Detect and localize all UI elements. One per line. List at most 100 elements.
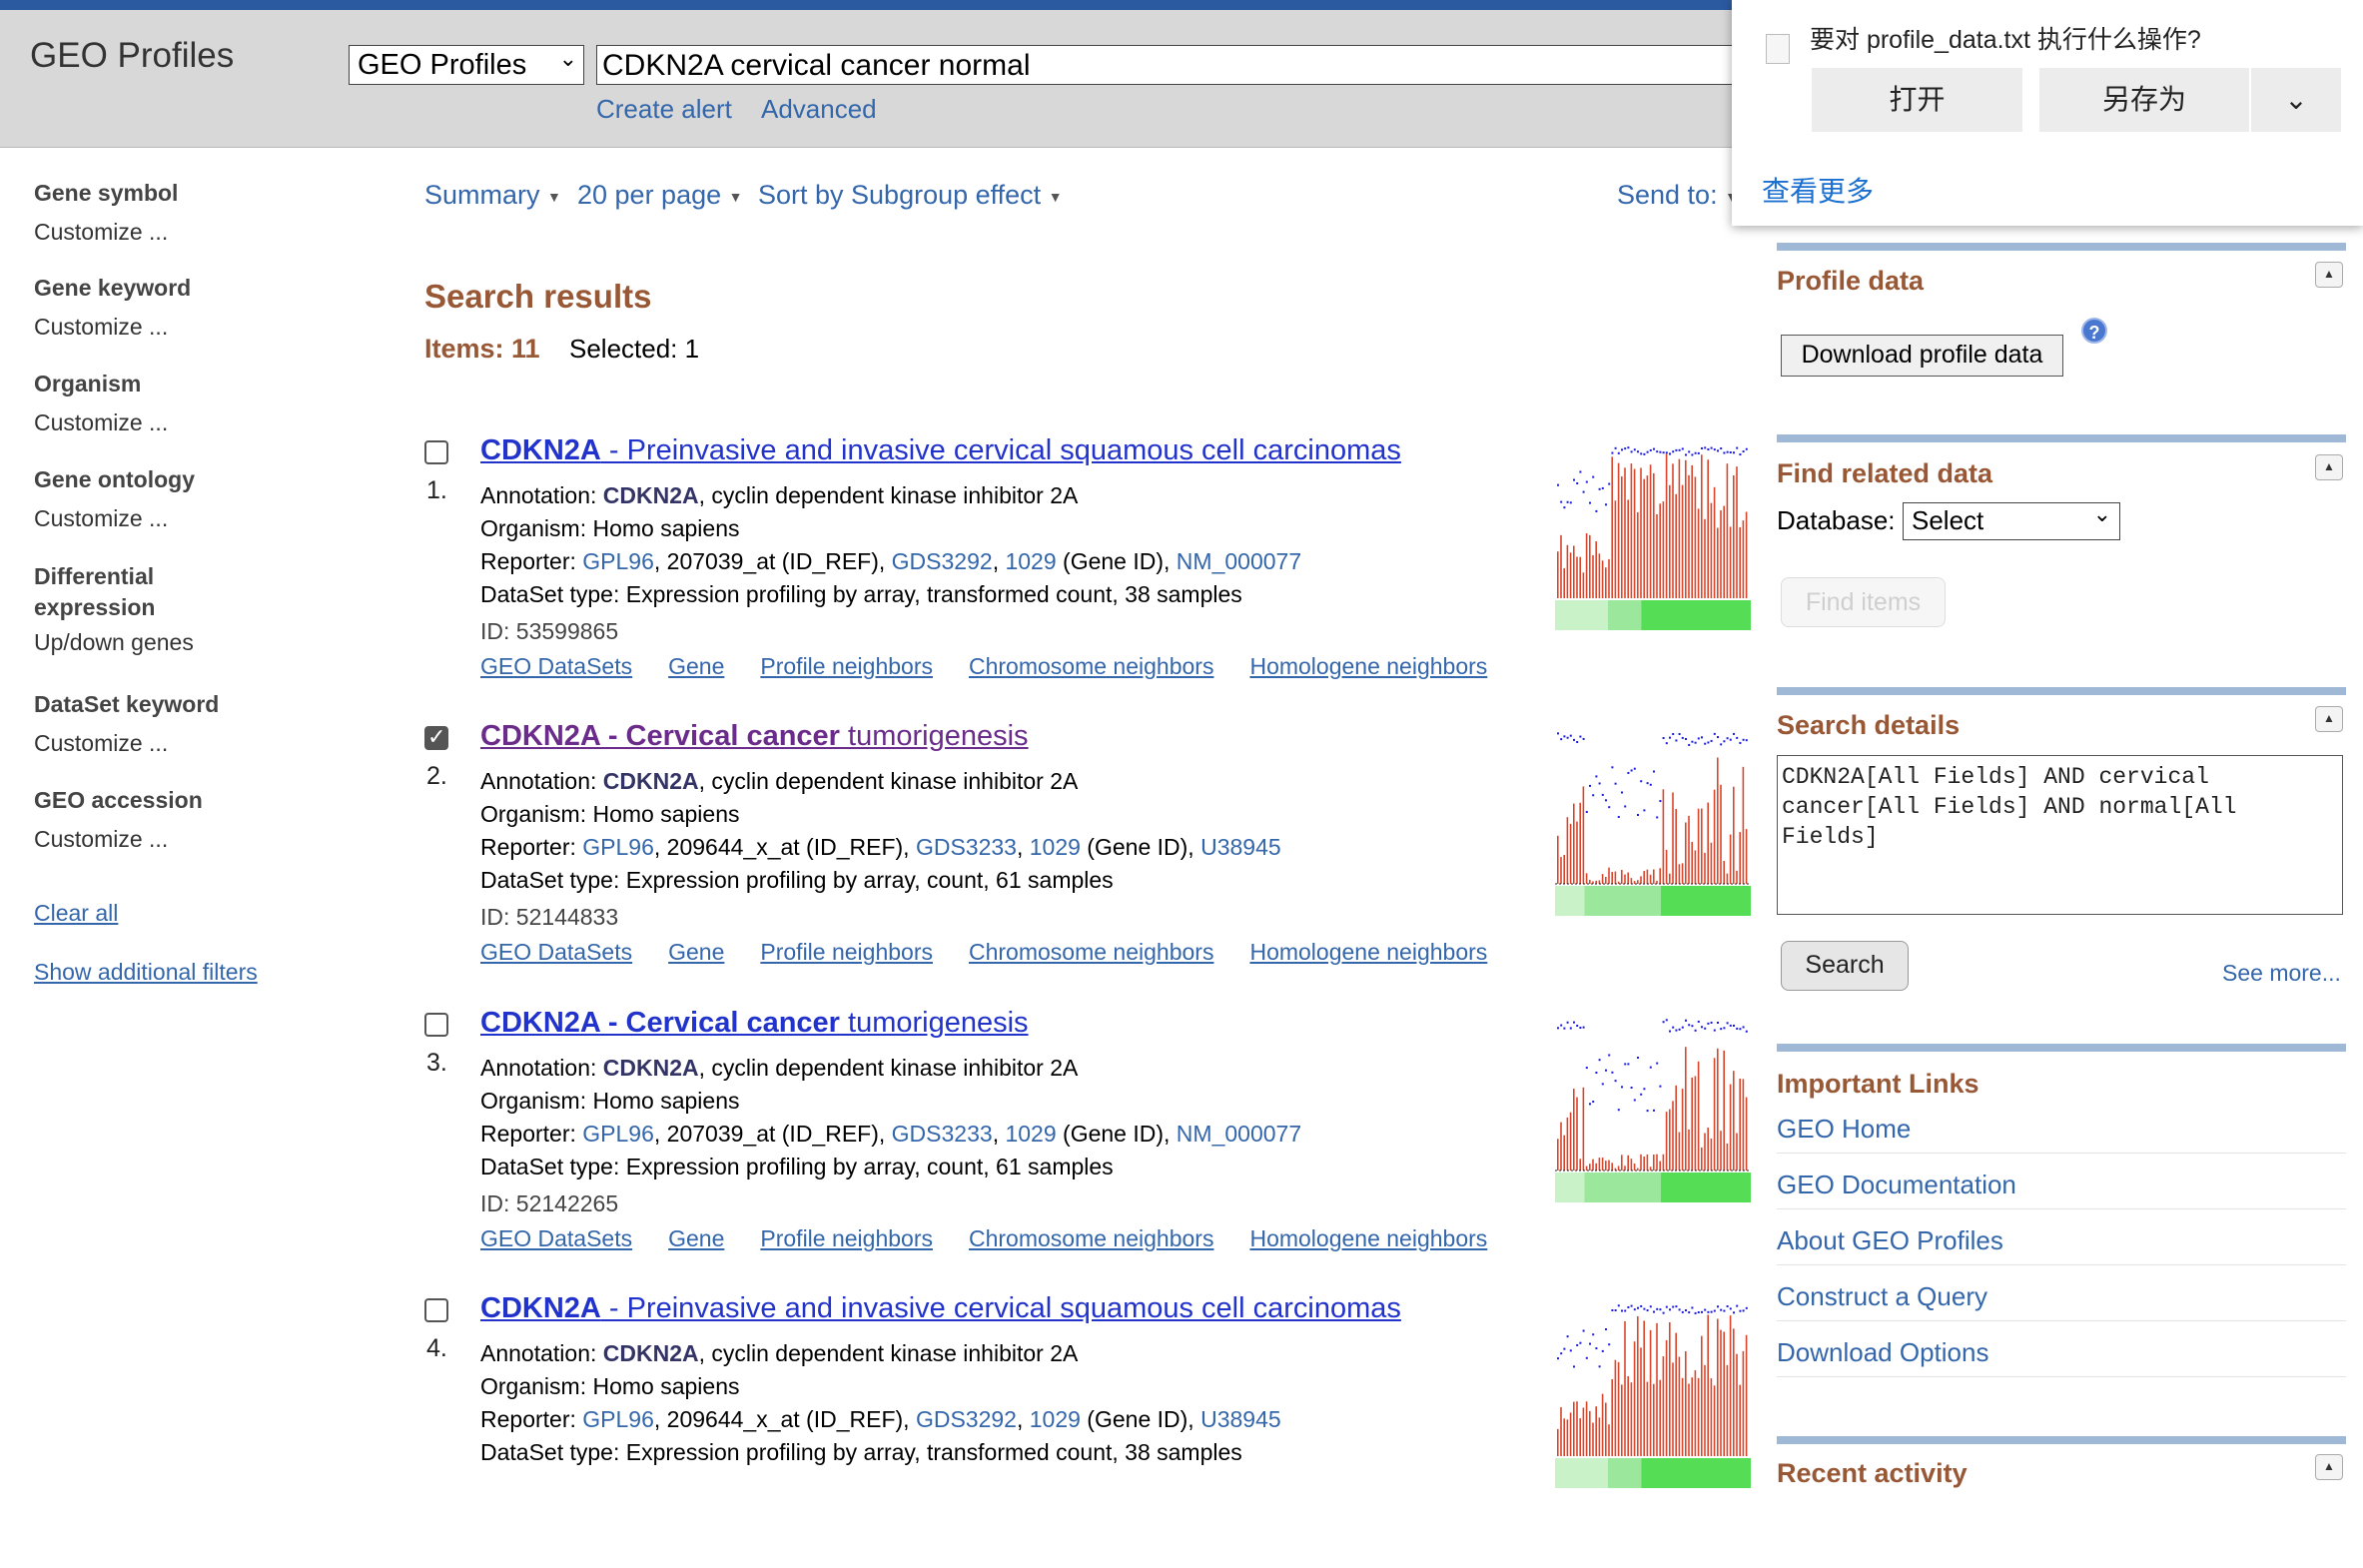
result-link-2[interactable]: Profile neighbors [760,653,933,679]
result-link-2[interactable]: Profile neighbors [760,939,933,965]
dataset-link[interactable]: GDS3233 [892,1121,993,1147]
search-details-textarea[interactable]: CDKN2A[All Fields] AND cervical cancer[A… [1777,755,2343,915]
facet-customize-link[interactable]: Customize ... [34,505,195,532]
collapse-button[interactable]: ▲ [2315,262,2343,288]
save-options-dropdown[interactable]: ⌄ [2251,68,2341,132]
result-link-3[interactable]: Chromosome neighbors [969,939,1213,965]
result-link-1[interactable]: Gene [668,1225,724,1251]
profile-thumbnail[interactable] [1555,1013,1751,1202]
gene-id-link[interactable]: 1029 [1030,834,1081,860]
construct-query-link[interactable]: Construct a Query [1777,1281,2346,1321]
collapse-button[interactable]: ▲ [2315,454,2343,480]
result-checkbox[interactable] [424,724,448,750]
thumb-bar [1691,842,1693,884]
result-title-link[interactable]: CDKN2A - Cervical cancer tumorigenesis [480,720,1029,753]
facet-customize-link[interactable]: Customize ... [34,219,178,246]
profile-thumbnail[interactable] [1555,726,1751,916]
platform-link[interactable]: GPL96 [582,834,654,860]
result-link-0[interactable]: GEO DataSets [480,653,632,679]
annotation-gene[interactable]: CDKN2A [603,1340,699,1366]
result-link-3[interactable]: Chromosome neighbors [969,1225,1213,1251]
annotation-gene[interactable]: CDKN2A [603,482,699,508]
geo-home-link[interactable]: GEO Home [1777,1114,2346,1154]
accession-link[interactable]: U38945 [1200,834,1281,860]
search-button[interactable]: Search [1781,941,1909,991]
result-title-link[interactable]: CDKN2A - Cervical cancer tumorigenesis [480,1007,1029,1040]
result-link-0[interactable]: GEO DataSets [480,1225,632,1251]
platform-link[interactable]: GPL96 [582,548,654,574]
thumb-dot [1649,448,1652,451]
result-link-4[interactable]: Homologene neighbors [1249,1225,1487,1251]
geo-documentation-link[interactable]: GEO Documentation [1777,1170,2346,1209]
help-icon[interactable]: ? [2081,318,2107,344]
gene-id-link[interactable]: 1029 [1005,1121,1056,1147]
accession-link[interactable]: U38945 [1200,1406,1281,1432]
facet-customize-link[interactable]: Customize ... [34,730,219,757]
thumb-dot [1557,1027,1559,1030]
sort-dropdown[interactable]: Sort by Subgroup effect ▼ [758,180,1063,211]
result-checkbox[interactable] [424,440,448,464]
find-items-button[interactable]: Find items [1781,577,1946,627]
thumb-bar [1736,1353,1738,1456]
result-link-1[interactable]: Gene [668,939,724,965]
result-title-link[interactable]: CDKN2A - Preinvasive and invasive cervic… [480,434,1401,467]
app-title[interactable]: GEO Profiles [30,36,234,76]
thumb-bar [1630,1159,1633,1171]
result-title-link[interactable]: CDKN2A - Preinvasive and invasive cervic… [480,1292,1401,1325]
result-checkbox[interactable] [424,1013,448,1037]
download-options-link[interactable]: Download Options [1777,1337,2346,1377]
accession-link[interactable]: NM_000077 [1177,1121,1301,1147]
dataset-link[interactable]: GDS3233 [916,834,1017,860]
result-link-3[interactable]: Chromosome neighbors [969,653,1213,679]
platform-link[interactable]: GPL96 [582,1406,654,1432]
dataset-link[interactable]: GDS3292 [892,548,993,574]
dataset-link[interactable]: GDS3292 [916,1406,1017,1432]
profile-thumbnail[interactable] [1555,440,1751,630]
collapse-button[interactable]: ▲ [2315,706,2343,732]
show-additional-filters-link[interactable]: Show additional filters [34,959,258,986]
per-page-dropdown[interactable]: 20 per page ▼ [577,180,743,211]
profile-thumbnail[interactable] [1555,1298,1751,1488]
open-button[interactable]: 打开 [1812,68,2022,132]
download-profile-data-button[interactable]: Download profile data [1781,335,2063,377]
facet-customize-link[interactable]: Customize ... [34,314,191,341]
section-divider [1777,434,2346,442]
thumb-bar [1685,822,1687,884]
collapse-button[interactable]: ▲ [2315,1454,2343,1480]
group-bar [1660,1173,1751,1202]
database-select[interactable]: GEO Profiles ⌄ [349,45,584,85]
gene-id-link[interactable]: 1029 [1005,548,1056,574]
thumb-dot [1627,446,1630,449]
facet-customize-link[interactable]: Customize ... [34,409,168,436]
create-alert-link[interactable]: Create alert [596,94,732,125]
see-more-link[interactable]: See more... [2222,960,2341,987]
facet-title: Differential expression [34,563,156,620]
accession-link[interactable]: NM_000077 [1177,548,1301,574]
thumb-dot [1621,1086,1623,1089]
about-geo-profiles-link[interactable]: About GEO Profiles [1777,1225,2346,1265]
result-checkbox[interactable] [424,1298,448,1322]
send-to-dropdown[interactable]: Send to: ▼ [1617,180,1739,211]
database-dropdown[interactable]: Select ⌄ [1903,501,2120,540]
platform-link[interactable]: GPL96 [582,1121,654,1147]
result-link-1[interactable]: Gene [668,653,724,679]
thumb-bar [1694,1370,1697,1456]
facet-customize-link[interactable]: Customize ... [34,826,203,853]
summary-dropdown[interactable]: Summary ▼ [424,180,561,211]
see-more-link[interactable]: 查看更多 [1762,170,1874,210]
advanced-link[interactable]: Advanced [761,94,877,125]
clear-all-link[interactable]: Clear all [34,900,118,927]
gene-id-link[interactable]: 1029 [1030,1406,1081,1432]
result-link-0[interactable]: GEO DataSets [480,939,632,965]
result-link-4[interactable]: Homologene neighbors [1249,653,1487,679]
facet-updown-link[interactable]: Up/down genes [34,627,214,658]
save-as-button[interactable]: 另存为 [2039,68,2249,132]
thumb-dot [1745,1030,1748,1033]
thumb-bar [1707,1314,1709,1456]
thumb-bar [1649,1167,1652,1171]
annotation-gene[interactable]: CDKN2A [603,1055,699,1081]
result-link-2[interactable]: Profile neighbors [760,1225,933,1251]
annotation-gene[interactable]: CDKN2A [603,768,699,794]
result-link-4[interactable]: Homologene neighbors [1249,939,1487,965]
thumb-bar [1726,463,1729,598]
